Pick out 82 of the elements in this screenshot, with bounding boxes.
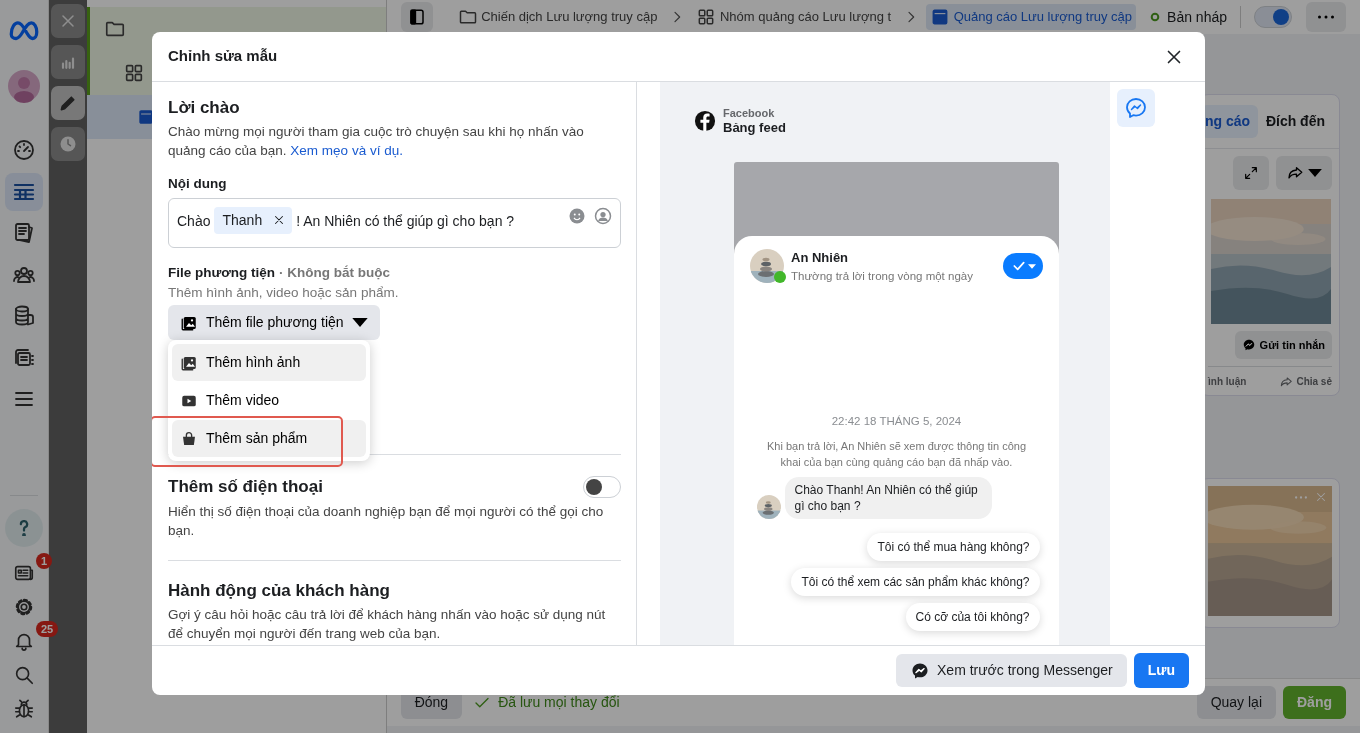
page-name: An Nhiên xyxy=(791,249,850,267)
tab[interactable]: Đích đến xyxy=(1261,105,1333,138)
menu-item[interactable]: Thêm sản phẩm xyxy=(172,420,366,457)
table-tab[interactable] xyxy=(5,172,43,211)
search-icon xyxy=(13,664,35,686)
toggle-switch[interactable] xyxy=(1254,6,1292,28)
menu-item[interactable]: Thêm hình ảnh xyxy=(172,344,366,381)
share-button[interactable] xyxy=(1276,156,1332,190)
breadcrumb[interactable]: Quảng cáo Lưu lượng truy cập xyxy=(926,4,1137,30)
dialog-title: Chỉnh sửa mẫu xyxy=(168,46,278,67)
preview-button[interactable]: Xem trước trong Messenger xyxy=(896,654,1127,687)
comment-button[interactable]: ình luận xyxy=(1208,374,1247,389)
section-description: Hiển thị số điện thoại của doanh nghiệp bạn để mọi người có thể gọi cho bạn. xyxy=(168,502,605,540)
person-icon[interactable] xyxy=(594,206,612,225)
status-label: Bản nháp xyxy=(1167,7,1227,27)
sidebar-icon xyxy=(407,8,426,26)
share-action[interactable]: Chia sẻ xyxy=(1278,374,1332,389)
caret-icon xyxy=(351,318,368,328)
help-button[interactable] xyxy=(5,509,43,547)
follow-button[interactable] xyxy=(1003,253,1043,280)
emoji-icon[interactable] xyxy=(568,206,586,225)
save-button[interactable]: Lưu xyxy=(1133,653,1189,688)
pages-icon xyxy=(12,221,36,245)
field-label: Nội dung xyxy=(168,174,228,193)
clock-button[interactable] xyxy=(51,126,86,161)
status-dot xyxy=(1150,12,1161,22)
toggle-switch[interactable] xyxy=(583,476,621,499)
quick-reply[interactable]: Tôi có thể mua hàng không? xyxy=(867,533,1040,561)
messenger-tab[interactable] xyxy=(1117,89,1155,127)
more-icon xyxy=(1318,15,1334,19)
avatar xyxy=(757,495,781,519)
send-message-button[interactable]: Gửi tin nhắn xyxy=(1235,331,1332,359)
folder-icon xyxy=(457,7,478,27)
add-media-dropdown[interactable]: Thêm file phương tiện xyxy=(168,305,380,341)
notification-count: 1 xyxy=(36,553,53,569)
settings-icon xyxy=(13,596,35,618)
avatar xyxy=(750,249,784,284)
privacy-notice: Khi bạn trả lời, An Nhiên sẽ xem được thông tin công khai của bạn cùng quảng cáo bạn đã nhấp vào. xyxy=(765,439,1027,470)
section-heading: Hành động của khách hàng xyxy=(168,580,391,602)
avatar[interactable] xyxy=(7,69,41,103)
messenger-icon xyxy=(1124,96,1148,120)
help-icon xyxy=(19,520,29,536)
gauge-icon xyxy=(12,138,36,162)
section-heading: Lời chào xyxy=(168,98,241,119)
facebook-logo xyxy=(694,110,716,132)
message-text: Chào xyxy=(177,211,211,231)
message-bubble: Chào Thanh! An Nhiên có thể giúp gì cho bạn ? xyxy=(784,477,992,519)
section-description: Chào mừng mọi người tham gia cuộc trò chuyện sau khi họ nhấn vào quảng cáo của bạn. Xem mẹo và ví dụ. xyxy=(168,122,585,160)
pencil-button[interactable] xyxy=(51,85,86,120)
breadcrumb[interactable]: Nhóm quảng cáo Lưu lượng t xyxy=(692,4,896,30)
share-icon xyxy=(1278,374,1293,389)
expand-button[interactable] xyxy=(1233,156,1269,190)
section-description: Gợi ý câu hỏi hoặc câu trả lời để khách hàng nhấn vào hoặc sử dụng nút để chuyển mọi người đến trang web của bạn. xyxy=(168,605,607,643)
name-tag[interactable]: Thanh xyxy=(214,206,293,234)
quick-reply[interactable]: Tôi có thể xem các sản phẩm khác không? xyxy=(791,568,1040,596)
message-text: ! An Nhiên có thể giúp gì cho bạn ? xyxy=(296,211,515,231)
coins-icon xyxy=(12,304,36,328)
response-time: Thường trả lời trong vòng một ngày xyxy=(791,268,973,284)
menu-item[interactable]: Thêm video xyxy=(172,382,366,419)
expand-icon xyxy=(1243,165,1259,181)
messenger-icon xyxy=(1242,338,1257,352)
sidebar-toggle[interactable] xyxy=(400,2,433,32)
bag-icon xyxy=(180,429,198,448)
caret-icon xyxy=(1307,169,1322,177)
quick-reply[interactable]: Có cỡ của tôi không? xyxy=(905,603,1040,631)
field-label: File phương tiện xyxy=(168,264,276,280)
timestamp: 22:42 18 THÁNG 5, 2024 xyxy=(830,413,963,429)
message-field[interactable]: Chào Thanh ! An Nhiên có thể giúp gì cho bạn ? xyxy=(168,197,621,248)
section-heading: Thêm số điện thoại xyxy=(168,477,323,498)
optional-label: · Không bắt buộc xyxy=(279,264,390,280)
notification-count: 25 xyxy=(36,621,59,637)
breadcrumb[interactable]: Chiến dịch Lưu lượng truy cập xyxy=(453,4,662,30)
platform-label: Facebook xyxy=(723,106,776,120)
bug-icon xyxy=(13,698,35,720)
bug-button[interactable] xyxy=(12,697,36,721)
tips-link[interactable]: Xem mẹo và ví dụ. xyxy=(290,142,403,158)
back-button[interactable]: Quay lại xyxy=(1196,686,1276,719)
save-status: Đã lưu mọi thay đổi xyxy=(498,693,620,712)
field-help: Thêm hình ảnh, video hoặc sản phẩm. xyxy=(168,283,400,302)
caret-icon xyxy=(1027,263,1036,269)
bar-chart-button[interactable] xyxy=(51,44,86,79)
placement-label: Bảng feed xyxy=(723,120,786,136)
